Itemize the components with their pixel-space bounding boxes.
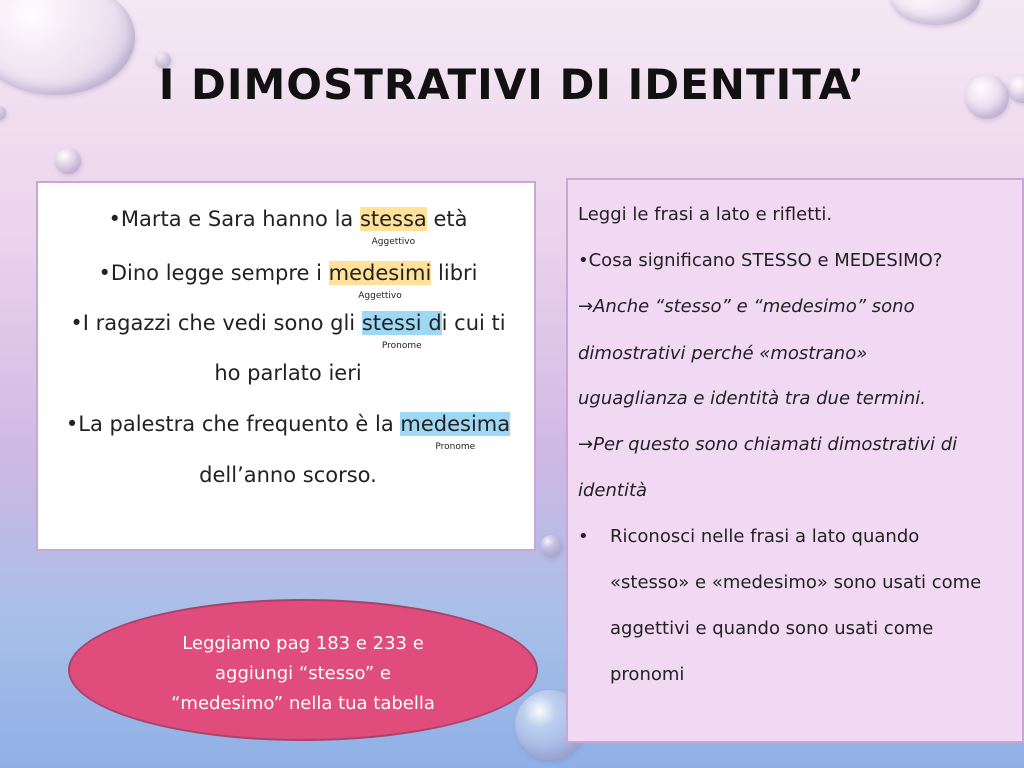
sentence-3-continued: ho parlato ieri [214,361,362,385]
sentence-text: i cui ti [441,311,506,335]
highlight-word: medesimi [328,261,432,285]
explanation-line: uguaglianza e identità tra due termini. [578,388,926,409]
assignment-line: “medesimo” nella tua tabella [171,693,435,714]
sentence-4-continued: dell’anno scorso. [199,463,377,487]
task-line: «stesso» e «medesimo» sono usati come [610,572,982,593]
explanation-line: →Anche “stesso” e “medesimo” sono [578,296,915,317]
instructions-panel: Leggi le frasi a lato e rifletti. •Cosa … [566,178,1024,743]
task-line: aggettivi e quando sono usati come [610,618,934,639]
highlight-word: stessi d [361,311,442,335]
reading-assignment-ellipse: Leggiamo pag 183 e 233 e aggiungi “stess… [68,599,538,741]
pronome-highlight: medesima Pronome [400,412,511,452]
sentence-text: •La palestra che frequento è la [65,412,401,436]
example-sentences-panel: •Marta e Sara hanno la stessa Aggettivo e… [36,181,536,551]
arrow-icon: → [578,296,594,317]
sentence-4: •La palestra che frequento è la medesima… [38,412,538,452]
assignment-line: aggiungi “stesso” e [215,663,391,684]
sentence-text: libri [431,261,478,285]
task-line: pronomi [610,664,685,685]
pronome-tag: Pronome [435,442,476,452]
page-title: I DIMOSTRATIVI DI IDENTITA’ [158,60,866,109]
explanation-line: identità [578,480,648,501]
bullet-icon: • [578,526,589,547]
aggettivo-tag: Aggettivo [371,237,416,247]
explanation-text: Anche “stesso” e “medesimo” sono [593,296,915,317]
sentence-3: •I ragazzi che vedi sono gli stessi d Pro… [38,311,538,351]
assignment-line: Leggiamo pag 183 e 233 e [182,633,424,654]
pronome-highlight: stessi d Pronome [361,311,442,351]
explanation-line: dimostrativi perché «mostrano» [578,343,868,364]
explanation-text: Per questo sono chiamati dimostrativi di [593,434,958,455]
pronome-tag: Pronome [381,341,422,351]
sentence-text: •Dino legge sempre i [98,261,329,285]
task-line: Riconosci nelle frasi a lato quando [610,526,920,547]
sentence-text: •Marta e Sara hanno la [108,207,360,231]
highlight-word: medesima [400,412,511,436]
sentence-1: •Marta e Sara hanno la stessa Aggettivo e… [38,207,538,247]
arrow-icon: → [578,434,594,455]
sentence-text: •I ragazzi che vedi sono gli [70,311,362,335]
explanation-line: →Per questo sono chiamati dimostrativi d… [578,434,957,455]
bubble-decoration [55,148,81,174]
bubble-decoration [540,535,562,557]
bubble-decoration [890,0,980,25]
aggettivo-highlight: medesimi Aggettivo [328,261,432,301]
aggettivo-tag: Aggettivo [358,291,402,301]
instruction-text: Leggi le frasi a lato e rifletti. [578,204,833,225]
aggettivo-highlight: stessa Aggettivo [359,207,427,247]
sentence-2: •Dino legge sempre i medesimi Aggettivo l… [38,261,538,301]
question-text: •Cosa significano STESSO e MEDESIMO? [578,250,943,271]
highlight-word: stessa [359,207,427,231]
sentence-text: età [426,207,468,231]
